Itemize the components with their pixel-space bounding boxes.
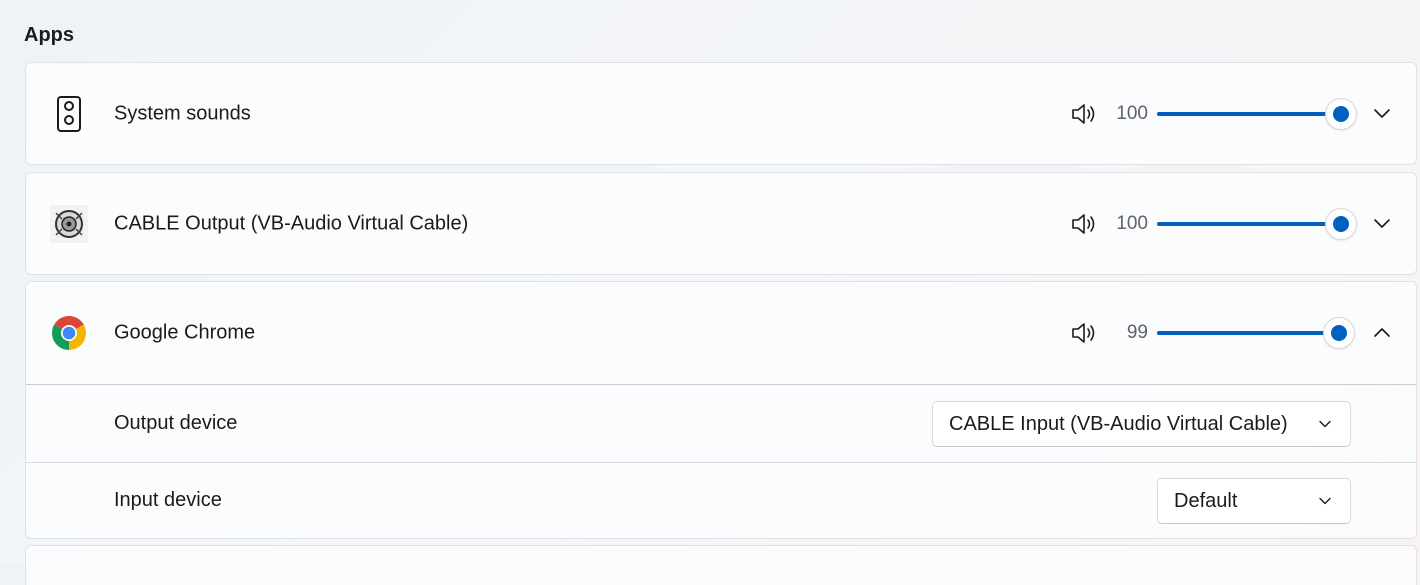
expand-chevron-down-icon[interactable] [1366, 98, 1398, 130]
chevron-down-icon [1319, 420, 1331, 428]
input-device-dropdown[interactable]: Default [1157, 478, 1351, 524]
volume-value: 100 [1116, 212, 1148, 234]
section-title: Apps [24, 24, 74, 46]
speaker-volume-icon[interactable] [1070, 102, 1100, 126]
slider-thumb[interactable] [1323, 317, 1356, 349]
volume-value: 99 [1126, 322, 1148, 343]
app-card-cable-output[interactable]: CABLE Output (VB-Audio Virtual Cable) 10… [25, 172, 1417, 275]
app-card-google-chrome[interactable]: Google Chrome 99 Output device CABLE Inp… [25, 281, 1417, 539]
slider-fill [1157, 111, 1341, 116]
app-card-next[interactable] [25, 545, 1417, 585]
volume-value: 100 [1116, 102, 1148, 124]
app-card-system-sounds[interactable]: System sounds 100 [25, 62, 1417, 165]
output-device-dropdown[interactable]: CABLE Input (VB-Audio Virtual Cable) [932, 401, 1351, 447]
input-device-label: Input device [114, 489, 222, 511]
row-divider [26, 462, 1416, 463]
collapse-chevron-up-icon[interactable] [1366, 317, 1398, 349]
speaker-device-icon [50, 95, 88, 133]
slider-fill [1157, 331, 1340, 335]
chrome-icon [50, 314, 88, 352]
input-device-value: Default [1174, 489, 1238, 512]
output-device-label: Output device [114, 412, 238, 434]
slider-fill [1157, 221, 1341, 226]
volume-slider[interactable] [1157, 207, 1357, 241]
expand-chevron-down-icon[interactable] [1366, 208, 1398, 240]
output-device-value: CABLE Input (VB-Audio Virtual Cable) [949, 412, 1288, 435]
chevron-down-icon [1319, 497, 1331, 505]
volume-slider[interactable] [1157, 316, 1356, 350]
app-name: System sounds [114, 102, 251, 124]
app-name: CABLE Output (VB-Audio Virtual Cable) [114, 212, 469, 234]
app-name: Google Chrome [114, 321, 256, 344]
row-divider [26, 384, 1416, 385]
slider-thumb[interactable] [1325, 97, 1357, 130]
vb-audio-cable-icon [50, 204, 88, 243]
speaker-volume-icon[interactable] [1070, 321, 1100, 345]
volume-slider[interactable] [1157, 97, 1357, 131]
slider-thumb[interactable] [1325, 207, 1357, 240]
speaker-volume-icon[interactable] [1070, 212, 1100, 236]
